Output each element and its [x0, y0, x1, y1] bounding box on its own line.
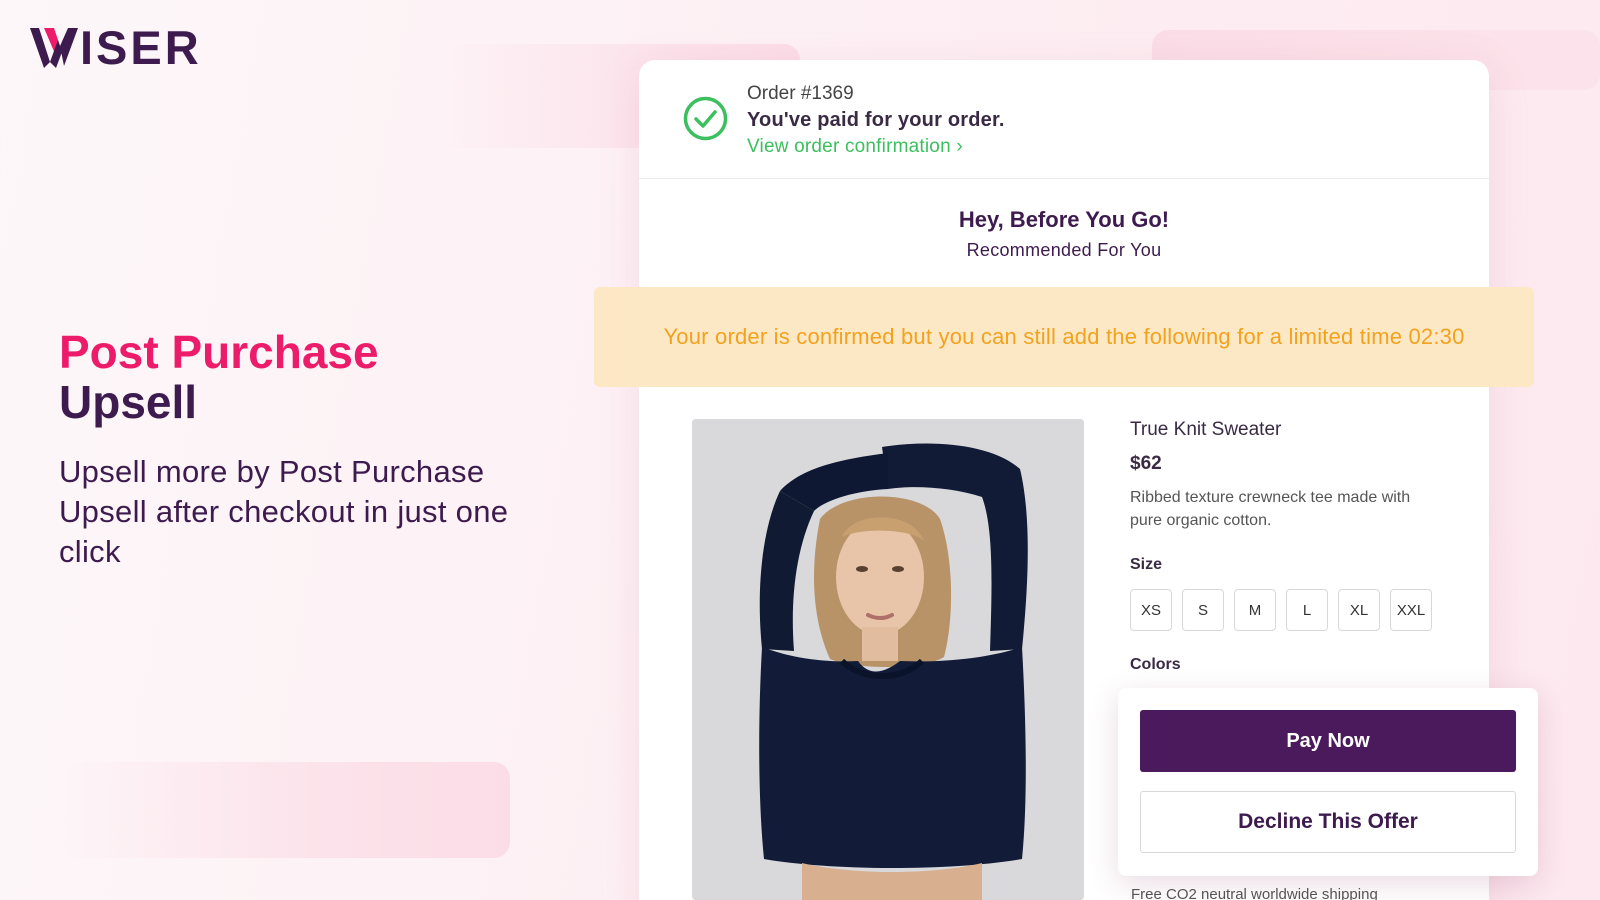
size-option[interactable]: L — [1286, 589, 1328, 631]
size-option[interactable]: XL — [1338, 589, 1380, 631]
product-description: Ribbed texture crewneck tee made with pu… — [1130, 489, 1411, 529]
hero-title-line1: Post Purchase — [59, 326, 379, 378]
logo-text: ISER — [80, 21, 202, 74]
size-selector: XS S M L XL XXL — [1130, 589, 1432, 631]
countdown-banner: Your order is confirmed but you can stil… — [594, 287, 1534, 387]
colors-label: Colors — [1130, 656, 1181, 673]
size-option[interactable]: S — [1182, 589, 1224, 631]
product-price: $62 — [1130, 453, 1162, 474]
size-option[interactable]: XS — [1130, 589, 1172, 631]
view-order-link[interactable]: View order confirmation › — [747, 136, 963, 158]
upsell-heading: Hey, Before You Go! — [958, 207, 1170, 232]
check-circle-icon — [683, 96, 728, 141]
hero-subtitle: Upsell more by Post Purchase Upsell afte… — [59, 454, 509, 569]
decor-shape — [60, 762, 510, 858]
order-status: You've paid for your order. — [747, 109, 1005, 131]
pay-now-button[interactable]: Pay Now — [1140, 710, 1516, 772]
product-name: True Knit Sweater — [1130, 419, 1282, 440]
product-photo-illustration — [692, 419, 1084, 900]
order-header: Order #1369 You've paid for your order. … — [639, 60, 1489, 179]
upsell-subheading: Recommended For You — [966, 240, 1162, 260]
shipping-note: Free CO2 neutral worldwide shipping — [1131, 886, 1378, 900]
size-label: Size — [1130, 556, 1163, 573]
logo-w-icon — [30, 28, 78, 68]
hero-title: Post Purchase Upsell — [59, 327, 379, 427]
order-number: Order #1369 — [747, 83, 854, 104]
brand-logo: ISER — [30, 21, 202, 74]
size-option[interactable]: M — [1234, 589, 1276, 631]
product-image — [692, 419, 1084, 900]
decline-offer-button[interactable]: Decline This Offer — [1140, 791, 1516, 853]
checkout-actions: Pay Now Decline This Offer — [1118, 688, 1538, 876]
hero-title-line2: Upsell — [59, 376, 198, 428]
size-option[interactable]: XXL — [1390, 589, 1432, 631]
